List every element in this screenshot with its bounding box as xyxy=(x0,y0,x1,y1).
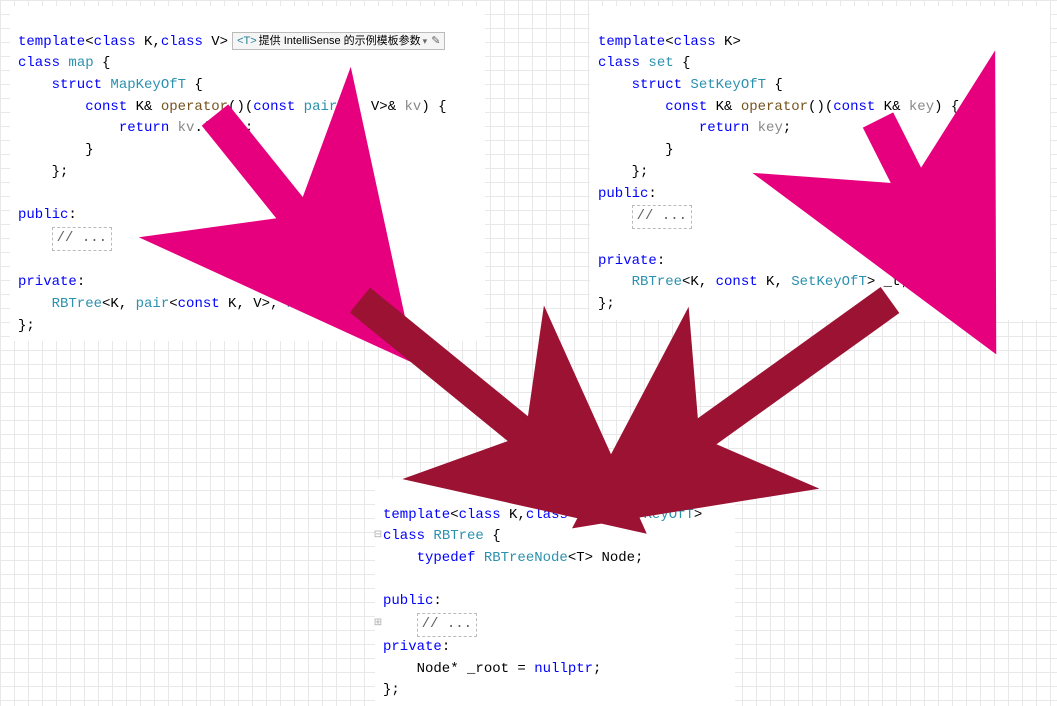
intellisense-tooltip[interactable]: <T>提供 IntelliSense 的示例模板参数▾✎ xyxy=(232,32,445,50)
fold-icon[interactable]: ⊞ xyxy=(373,616,383,632)
code-block-map: template<class K,class V><T>提供 IntelliSe… xyxy=(10,6,485,341)
map-operator: operator xyxy=(161,99,228,115)
arrow-set-to-rbtree xyxy=(663,300,890,463)
set-operator: operator xyxy=(741,99,808,115)
fold-icon[interactable]: ⊟ xyxy=(373,528,383,544)
collapsed-region[interactable]: // ... xyxy=(632,205,692,229)
code-block-set: template<class K> class set { struct Set… xyxy=(590,6,1050,320)
collapsed-region[interactable]: // ... xyxy=(52,227,112,251)
kw-template: template xyxy=(18,34,85,50)
collapsed-region[interactable]: // ... xyxy=(417,613,477,637)
code-block-rbtree: template<class K,class T,class KeyOfT> ⊟… xyxy=(375,479,735,706)
